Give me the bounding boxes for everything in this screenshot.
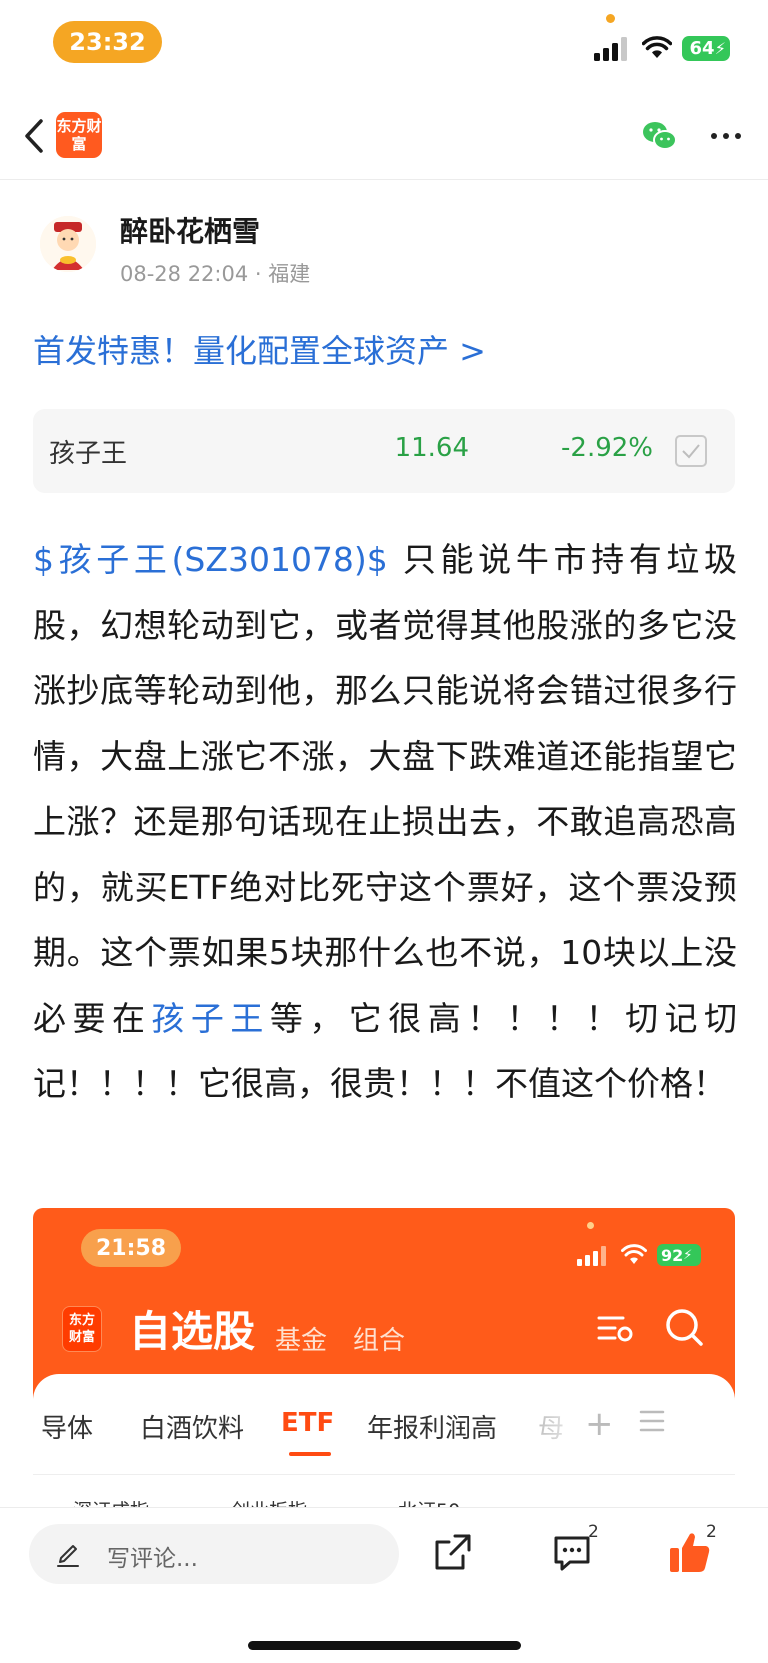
- embedded-fade: [533, 1394, 593, 1454]
- comment-input[interactable]: 写评论...: [29, 1524, 399, 1584]
- comment-icon[interactable]: [552, 1532, 592, 1572]
- comment-placeholder: 写评论...: [107, 1546, 198, 1572]
- status-time: 23:32: [53, 21, 162, 63]
- avatar-image: [40, 216, 96, 272]
- post-text-part1: 只能说牛市持有垃圾股，幻想轮动到它，或者觉得其他股涨的多它没涨抄底等轮动到他，那…: [33, 540, 737, 1038]
- privacy-indicator-dot: [606, 14, 615, 23]
- cellular-signal-icon: [594, 37, 627, 61]
- post-meta: 08-28 22:04 · 福建: [120, 258, 310, 288]
- chevron-left-icon: [25, 119, 43, 153]
- stock-mention-link[interactable]: $孩子王(SZ301078)$: [33, 540, 388, 579]
- app-logo[interactable]: 东方财富: [56, 112, 102, 158]
- embedded-battery: 92 ⚡: [657, 1244, 701, 1266]
- promo-link[interactable]: 首发特惠！量化配置全球资产 >: [33, 326, 486, 372]
- comment-count-badge: 2: [588, 1522, 599, 1542]
- embedded-battery-level: 92: [661, 1245, 684, 1265]
- embedded-search-icon: [666, 1309, 703, 1346]
- embedded-category-active: ETF: [281, 1408, 335, 1438]
- charging-bolt-icon: ⚡: [714, 39, 726, 58]
- add-watchlist-checkbox[interactable]: [675, 435, 707, 467]
- embedded-screenshot-image[interactable]: 21:58 92 ⚡ 东方财富 自选股 基金 组合 导体 白酒饮料 ETF 年报利…: [33, 1208, 735, 1508]
- embedded-category: 白酒饮料: [140, 1414, 245, 1444]
- embedded-divider: [33, 1474, 735, 1475]
- pencil-icon: [57, 1545, 79, 1567]
- wechat-share-icon[interactable]: [640, 116, 680, 156]
- like-count-badge: 2: [706, 1522, 717, 1542]
- home-indicator[interactable]: [248, 1641, 521, 1650]
- battery-level: 64: [689, 38, 715, 59]
- share-icon[interactable]: [433, 1532, 473, 1572]
- check-icon: [682, 444, 700, 459]
- meta-separator: ·: [254, 262, 262, 286]
- author-name[interactable]: 醉卧花栖雪: [120, 210, 260, 250]
- bottom-action-bar: 写评论... 2 2: [0, 1507, 768, 1663]
- battery-indicator: 64 ⚡: [682, 36, 730, 61]
- embedded-wifi-icon: [621, 1244, 647, 1264]
- embedded-panel: 导体 白酒饮料 ETF 年报利润高 母 + 深证成指 创业板指 北证50: [33, 1374, 735, 1508]
- author-avatar[interactable]: [40, 216, 96, 272]
- embedded-charging-icon: ⚡: [683, 1247, 693, 1263]
- embedded-tab-portfolio: 组合: [353, 1326, 406, 1356]
- stock-card[interactable]: 孩子王 11.64 -2.92%: [33, 409, 735, 493]
- nav-bar: 东方财富: [0, 100, 768, 180]
- post-body: $孩子王(SZ301078)$ 只能说牛市持有垃圾股，幻想轮动到它，或者觉得其他…: [33, 527, 737, 1117]
- status-bar: 23:32 64 ⚡: [0, 0, 768, 88]
- embedded-signal-icon: [577, 1246, 606, 1266]
- post-location: 福建: [268, 262, 311, 286]
- embedded-tab-fund: 基金: [275, 1326, 328, 1356]
- back-button[interactable]: [16, 114, 52, 158]
- more-options-icon[interactable]: [706, 116, 746, 156]
- embedded-menu-icon: [639, 1410, 665, 1432]
- stock-price: 11.64: [394, 433, 469, 463]
- embedded-category: 年报利润高: [367, 1414, 498, 1444]
- embedded-status-time: 21:58: [81, 1229, 181, 1267]
- post-timestamp: 08-28 22:04: [120, 262, 249, 286]
- stock-change: -2.92%: [561, 433, 653, 463]
- stock-inline-link[interactable]: 孩子王: [151, 999, 269, 1038]
- embedded-app-logo: 东方财富: [62, 1306, 102, 1352]
- embedded-list-settings-icon: [597, 1316, 633, 1342]
- wifi-icon: [642, 36, 672, 58]
- embedded-privacy-dot: [587, 1222, 594, 1229]
- embedded-category: 导体: [41, 1414, 94, 1444]
- embedded-active-underline: [289, 1452, 331, 1456]
- embedded-title: 自选股: [129, 1307, 256, 1356]
- stock-name: 孩子王: [49, 439, 128, 469]
- embedded-plus-icon: +: [585, 1404, 614, 1444]
